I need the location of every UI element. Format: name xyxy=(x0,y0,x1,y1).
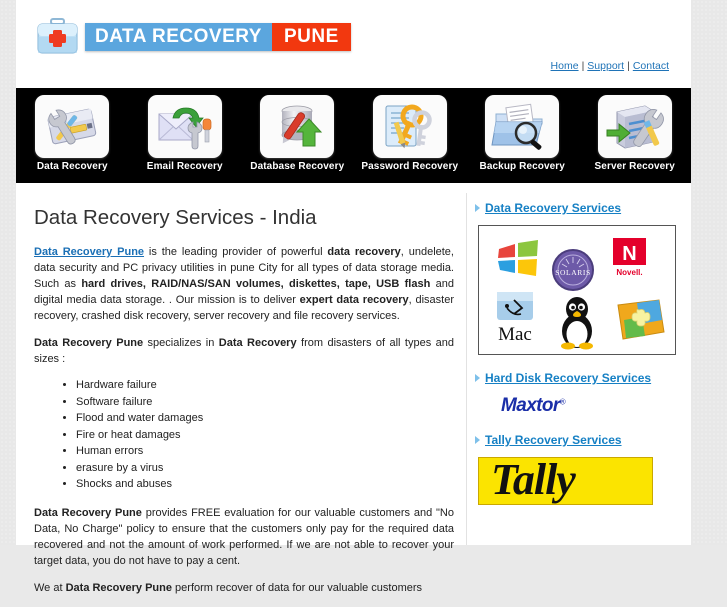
disaster-types-list: Hardware failure Software failure Flood … xyxy=(34,378,454,493)
top-nav-contact[interactable]: Contact xyxy=(633,60,669,72)
svg-text:N: N xyxy=(622,243,636,265)
list-item: Fire or heat damages xyxy=(76,428,454,444)
intro-link-data-recovery-pune[interactable]: Data Recovery Pune xyxy=(34,246,144,258)
top-nav-home[interactable]: Home xyxy=(551,60,579,72)
column-divider xyxy=(466,193,467,545)
list-item: Human errors xyxy=(76,444,454,460)
server-wrench-icon xyxy=(597,95,672,158)
free-bold-1: Data Recovery Pune xyxy=(34,506,142,519)
intro-bold-3: expert data recovery xyxy=(299,294,409,306)
intro-paragraph: Data Recovery Pune is the leading provid… xyxy=(34,244,454,324)
envelope-arrow-icon xyxy=(147,95,222,158)
chevron-right-icon xyxy=(475,204,480,212)
nav-label-email-recovery: Email Recovery xyxy=(146,161,223,172)
nav-item-backup-recovery[interactable]: Backup Recovery xyxy=(471,95,573,172)
tally-wordmark: Tally xyxy=(491,457,576,504)
nav-item-server-recovery[interactable]: Server Recovery xyxy=(584,95,686,172)
top-nav-separator-2: | xyxy=(627,60,630,72)
free-evaluation-paragraph: Data Recovery Pune provides FREE evaluat… xyxy=(34,505,454,569)
database-arrow-icon xyxy=(260,95,335,158)
sidebar-link-hard-disk-recovery-services[interactable]: Hard Disk Recovery Services xyxy=(485,371,651,385)
svg-text:Novell.: Novell. xyxy=(616,268,642,277)
list-item: erasure by a virus xyxy=(76,461,454,477)
site-header: DATA RECOVERY PUNE Home | Support | Contact xyxy=(16,0,691,80)
folder-magnifier-icon xyxy=(485,95,560,158)
sidebar-link-tally-recovery-services[interactable]: Tally Recovery Services xyxy=(485,433,622,447)
document-keys-icon xyxy=(372,95,447,158)
spec-bold-2: Data Recovery xyxy=(218,337,297,349)
first-aid-kit-icon xyxy=(36,18,79,56)
chevron-right-icon xyxy=(475,374,480,382)
nav-item-email-recovery[interactable]: Email Recovery xyxy=(134,95,236,172)
closing-text-1: We at xyxy=(34,581,66,594)
svg-text:SOLARIS: SOLARIS xyxy=(555,268,590,277)
spec-bold-1: Data Recovery Pune xyxy=(34,337,144,349)
main-column: Data Recovery Services - India Data Reco… xyxy=(34,188,454,607)
nav-label-database-recovery: Database Recovery xyxy=(250,161,345,172)
maxtor-trademark: ® xyxy=(559,397,566,407)
logo-text-primary: DATA RECOVERY xyxy=(85,23,272,51)
os-logos-panel: SOLARIS N Novell. Mac xyxy=(478,225,676,355)
nav-label-password-recovery: Password Recovery xyxy=(361,161,459,172)
list-item: Software failure xyxy=(76,395,454,411)
sidebar-link-data-recovery-services[interactable]: Data Recovery Services xyxy=(485,201,621,215)
intro-text-1: is the leading provider of powerful xyxy=(144,246,328,258)
top-nav-support[interactable]: Support xyxy=(587,60,624,72)
intro-bold-2: hard drives, RAID/NAS/SAN volumes, diske… xyxy=(81,278,431,290)
top-nav-separator-1: | xyxy=(581,60,585,72)
nav-item-data-recovery[interactable]: Data Recovery xyxy=(21,95,123,172)
svg-text:Mac: Mac xyxy=(498,324,532,344)
maxtor-logo: Maxtor® xyxy=(501,395,685,417)
nav-item-password-recovery[interactable]: Password Recovery xyxy=(359,95,461,172)
page-container: DATA RECOVERY PUNE Home | Support | Contact xyxy=(16,0,691,594)
page-title: Data Recovery Services - India xyxy=(34,206,317,229)
nav-label-data-recovery: Data Recovery xyxy=(36,161,108,172)
list-item: Hardware failure xyxy=(76,378,454,394)
linux-tux-logo xyxy=(555,296,599,350)
maxtor-wordmark: Maxtor xyxy=(501,395,560,416)
sidebar-heading-tally-recovery-services[interactable]: Tally Recovery Services xyxy=(475,433,685,447)
closing-text-2: perform recover of data for our valuable… xyxy=(171,581,423,594)
intro-bold-1: data recovery xyxy=(327,246,401,258)
site-logo[interactable]: DATA RECOVERY PUNE xyxy=(36,18,351,56)
icon-navigation-bar: Data Recovery Email Recovery Database Re… xyxy=(16,88,691,183)
chevron-right-icon xyxy=(475,436,480,444)
closing-paragraph: We at Data Recovery Pune perform recover… xyxy=(34,580,454,596)
specializes-paragraph: Data Recovery Pune specializes in Data R… xyxy=(34,335,454,367)
content-area: Data Recovery Services - India Data Reco… xyxy=(16,183,691,594)
hard-drive-wrench-icon xyxy=(35,95,110,158)
novell-logo: N Novell. xyxy=(611,238,661,280)
tally-logo: Tally xyxy=(478,457,653,505)
list-item: Flood and water damages xyxy=(76,411,454,427)
nav-label-server-recovery: Server Recovery xyxy=(594,161,675,172)
puzzle-logo xyxy=(615,298,667,342)
logo-wordmark: DATA RECOVERY PUNE xyxy=(85,23,351,51)
sidebar-heading-hard-disk-recovery-services[interactable]: Hard Disk Recovery Services xyxy=(475,371,685,385)
sidebar: Data Recovery Services SOLARIS N Novell.… xyxy=(475,201,685,505)
spec-text-1: specializes in xyxy=(143,337,219,349)
top-nav: Home | Support | Contact xyxy=(551,60,669,72)
closing-bold-1: Data Recovery Pune xyxy=(65,581,172,594)
nav-item-database-recovery[interactable]: Database Recovery xyxy=(246,95,348,172)
nav-label-backup-recovery: Backup Recovery xyxy=(479,161,565,172)
logo-text-secondary: PUNE xyxy=(271,23,351,51)
mac-logo: Mac xyxy=(493,292,543,344)
list-item: Shocks and abuses xyxy=(76,477,454,493)
solaris-logo: SOLARIS xyxy=(551,248,595,292)
sidebar-heading-data-recovery-services[interactable]: Data Recovery Services xyxy=(475,201,685,215)
windows-logo xyxy=(495,240,541,278)
